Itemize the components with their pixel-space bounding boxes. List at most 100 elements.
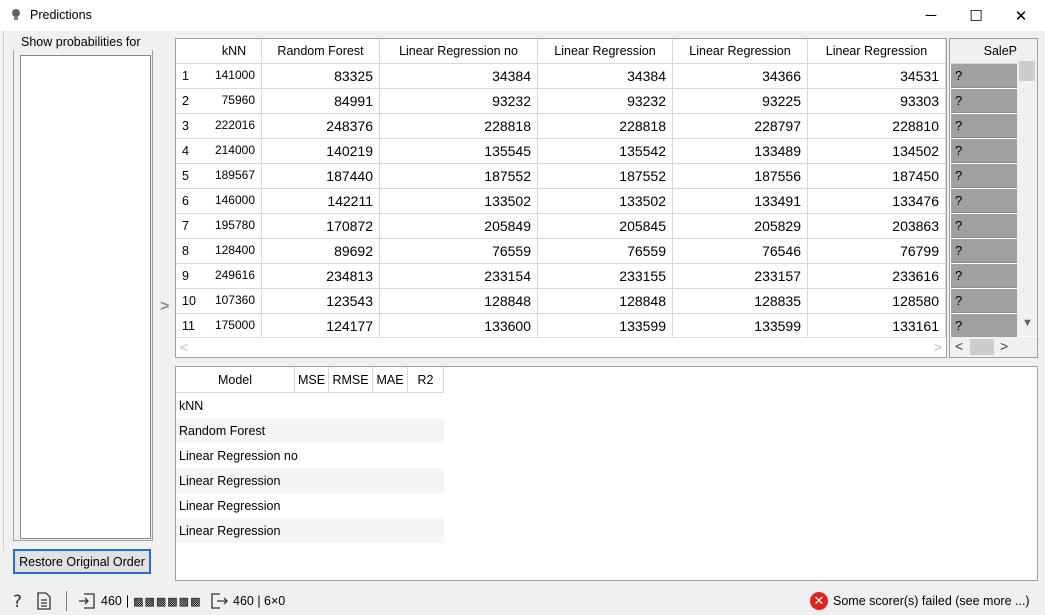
cell-knn[interactable]: 75960: [207, 89, 262, 114]
score-row[interactable]: Linear Regression no: [176, 443, 444, 468]
cell-random-forest[interactable]: 142211: [262, 189, 380, 214]
cell-linear-regression-no[interactable]: 205849: [380, 214, 538, 239]
predictions-horizontal-scrollbar[interactable]: < >: [176, 337, 946, 357]
scroll-right-icon[interactable]: >: [934, 339, 942, 355]
cell-linear-regression-2[interactable]: 34366: [673, 64, 808, 89]
table-row[interactable]: 7 195780 170872 205849 205845 205829 203863: [176, 214, 946, 239]
row-index[interactable]: 6: [176, 189, 207, 214]
cell-target[interactable]: ?: [951, 64, 1017, 88]
cell-knn[interactable]: 189567: [207, 164, 262, 189]
column-header-linear-regression-1[interactable]: Linear Regression: [538, 39, 673, 64]
probabilities-list[interactable]: [20, 55, 151, 539]
cell-linear-regression-2[interactable]: 76546: [673, 239, 808, 264]
cell-target[interactable]: ?: [951, 214, 1017, 238]
cell-linear-regression-no[interactable]: 187552: [380, 164, 538, 189]
column-header-target[interactable]: SaleP: [950, 39, 1017, 64]
cell-random-forest[interactable]: 187440: [262, 164, 380, 189]
close-button[interactable]: ✕: [998, 0, 1044, 31]
column-header-linear-regression-2[interactable]: Linear Regression: [673, 39, 808, 64]
cell-target[interactable]: ?: [951, 164, 1017, 188]
cell-knn[interactable]: 107360: [207, 289, 262, 314]
cell-linear-regression-3[interactable]: 203863: [808, 214, 946, 239]
scroll-down-icon[interactable]: ▼: [1022, 317, 1033, 329]
cell-random-forest[interactable]: 170872: [262, 214, 380, 239]
cell-knn[interactable]: 195780: [207, 214, 262, 239]
cell-linear-regression-3[interactable]: 93303: [808, 89, 946, 114]
cell-linear-regression-2[interactable]: 187556: [673, 164, 808, 189]
cell-linear-regression-1[interactable]: 34384: [538, 64, 673, 89]
help-icon[interactable]: ?: [10, 587, 28, 615]
cell-linear-regression-3[interactable]: 134502: [808, 139, 946, 164]
vertical-scroll-thumb[interactable]: [1019, 61, 1035, 81]
minimize-button[interactable]: ─: [908, 0, 954, 31]
cell-linear-regression-3[interactable]: 76799: [808, 239, 946, 264]
maximize-button[interactable]: ☐: [953, 0, 999, 31]
row-index[interactable]: 11: [176, 314, 207, 339]
column-header-knn[interactable]: kNN: [207, 39, 262, 64]
row-index[interactable]: 7: [176, 214, 207, 239]
cell-linear-regression-no[interactable]: 133502: [380, 189, 538, 214]
cell-linear-regression-no[interactable]: 93232: [380, 89, 538, 114]
cell-knn[interactable]: 249616: [207, 264, 262, 289]
row-index[interactable]: 9: [176, 264, 207, 289]
score-row[interactable]: Linear Regression: [176, 518, 444, 543]
cell-linear-regression-no[interactable]: 133600: [380, 314, 538, 339]
cell-random-forest[interactable]: 84991: [262, 89, 380, 114]
column-header-linear-regression-no[interactable]: Linear Regression no: [380, 39, 538, 64]
column-header-random-forest[interactable]: Random Forest: [262, 39, 380, 64]
row-index[interactable]: 3: [176, 114, 207, 139]
cell-linear-regression-2[interactable]: 228797: [673, 114, 808, 139]
cell-linear-regression-1[interactable]: 228818: [538, 114, 673, 139]
table-row[interactable]: 5 189567 187440 187552 187552 187556 187450: [176, 164, 946, 189]
cell-linear-regression-3[interactable]: 133161: [808, 314, 946, 339]
cell-linear-regression-3[interactable]: 187450: [808, 164, 946, 189]
score-header-mae[interactable]: MAE: [373, 367, 408, 393]
cell-linear-regression-no[interactable]: 34384: [380, 64, 538, 89]
target-vertical-scrollbar[interactable]: ▼: [1017, 39, 1037, 336]
cell-linear-regression-no[interactable]: 135545: [380, 139, 538, 164]
cell-linear-regression-1[interactable]: 76559: [538, 239, 673, 264]
row-index[interactable]: 4: [176, 139, 207, 164]
cell-linear-regression-2[interactable]: 133491: [673, 189, 808, 214]
cell-linear-regression-1[interactable]: 133599: [538, 314, 673, 339]
scroll-left-icon[interactable]: <: [180, 339, 188, 355]
score-header-r2[interactable]: R2: [408, 367, 444, 393]
cell-target[interactable]: ?: [951, 264, 1017, 288]
table-row[interactable]: 2 75960 84991 93232 93232 93225 93303: [176, 89, 946, 114]
score-row[interactable]: kNN: [176, 393, 444, 418]
cell-random-forest[interactable]: 83325: [262, 64, 380, 89]
error-message[interactable]: ✕ Some scorer(s) failed (see more ...): [810, 587, 1030, 615]
cell-target[interactable]: ?: [951, 239, 1017, 263]
table-row[interactable]: 4 214000 140219 135545 135542 133489 134502: [176, 139, 946, 164]
cell-linear-regression-no[interactable]: 76559: [380, 239, 538, 264]
cell-linear-regression-2[interactable]: 128835: [673, 289, 808, 314]
scores-table[interactable]: Model MSE RMSE MAE R2 kNN Random Forest …: [175, 366, 1038, 581]
output-summary[interactable]: 460 | 6×0: [210, 587, 285, 615]
cell-linear-regression-1[interactable]: 93232: [538, 89, 673, 114]
cell-knn[interactable]: 175000: [207, 314, 262, 339]
cell-target[interactable]: ?: [951, 139, 1017, 163]
cell-knn[interactable]: 128400: [207, 239, 262, 264]
target-table[interactable]: SaleP ??????????? ▼ < >: [949, 38, 1038, 358]
cell-linear-regression-3[interactable]: 233616: [808, 264, 946, 289]
cell-random-forest[interactable]: 140219: [262, 139, 380, 164]
cell-target[interactable]: ?: [951, 114, 1017, 138]
score-header-rmse[interactable]: RMSE: [329, 367, 373, 393]
table-row[interactable]: 3 222016 248376 228818 228818 228797 228810: [176, 114, 946, 139]
row-index[interactable]: 1: [176, 64, 207, 89]
collapse-panel-arrow-icon[interactable]: >: [160, 298, 169, 316]
cell-linear-regression-2[interactable]: 133599: [673, 314, 808, 339]
cell-linear-regression-2[interactable]: 205829: [673, 214, 808, 239]
cell-knn[interactable]: 146000: [207, 189, 262, 214]
scroll-left-icon[interactable]: <: [955, 338, 963, 354]
cell-random-forest[interactable]: 89692: [262, 239, 380, 264]
cell-target[interactable]: ?: [951, 89, 1017, 113]
cell-linear-regression-2[interactable]: 233157: [673, 264, 808, 289]
cell-linear-regression-no[interactable]: 233154: [380, 264, 538, 289]
row-index[interactable]: 10: [176, 289, 207, 314]
row-index[interactable]: 8: [176, 239, 207, 264]
scroll-right-icon[interactable]: >: [1000, 338, 1008, 354]
score-row[interactable]: Random Forest: [176, 418, 444, 443]
cell-knn[interactable]: 222016: [207, 114, 262, 139]
predictions-table[interactable]: kNN Random Forest Linear Regression no L…: [175, 38, 947, 358]
